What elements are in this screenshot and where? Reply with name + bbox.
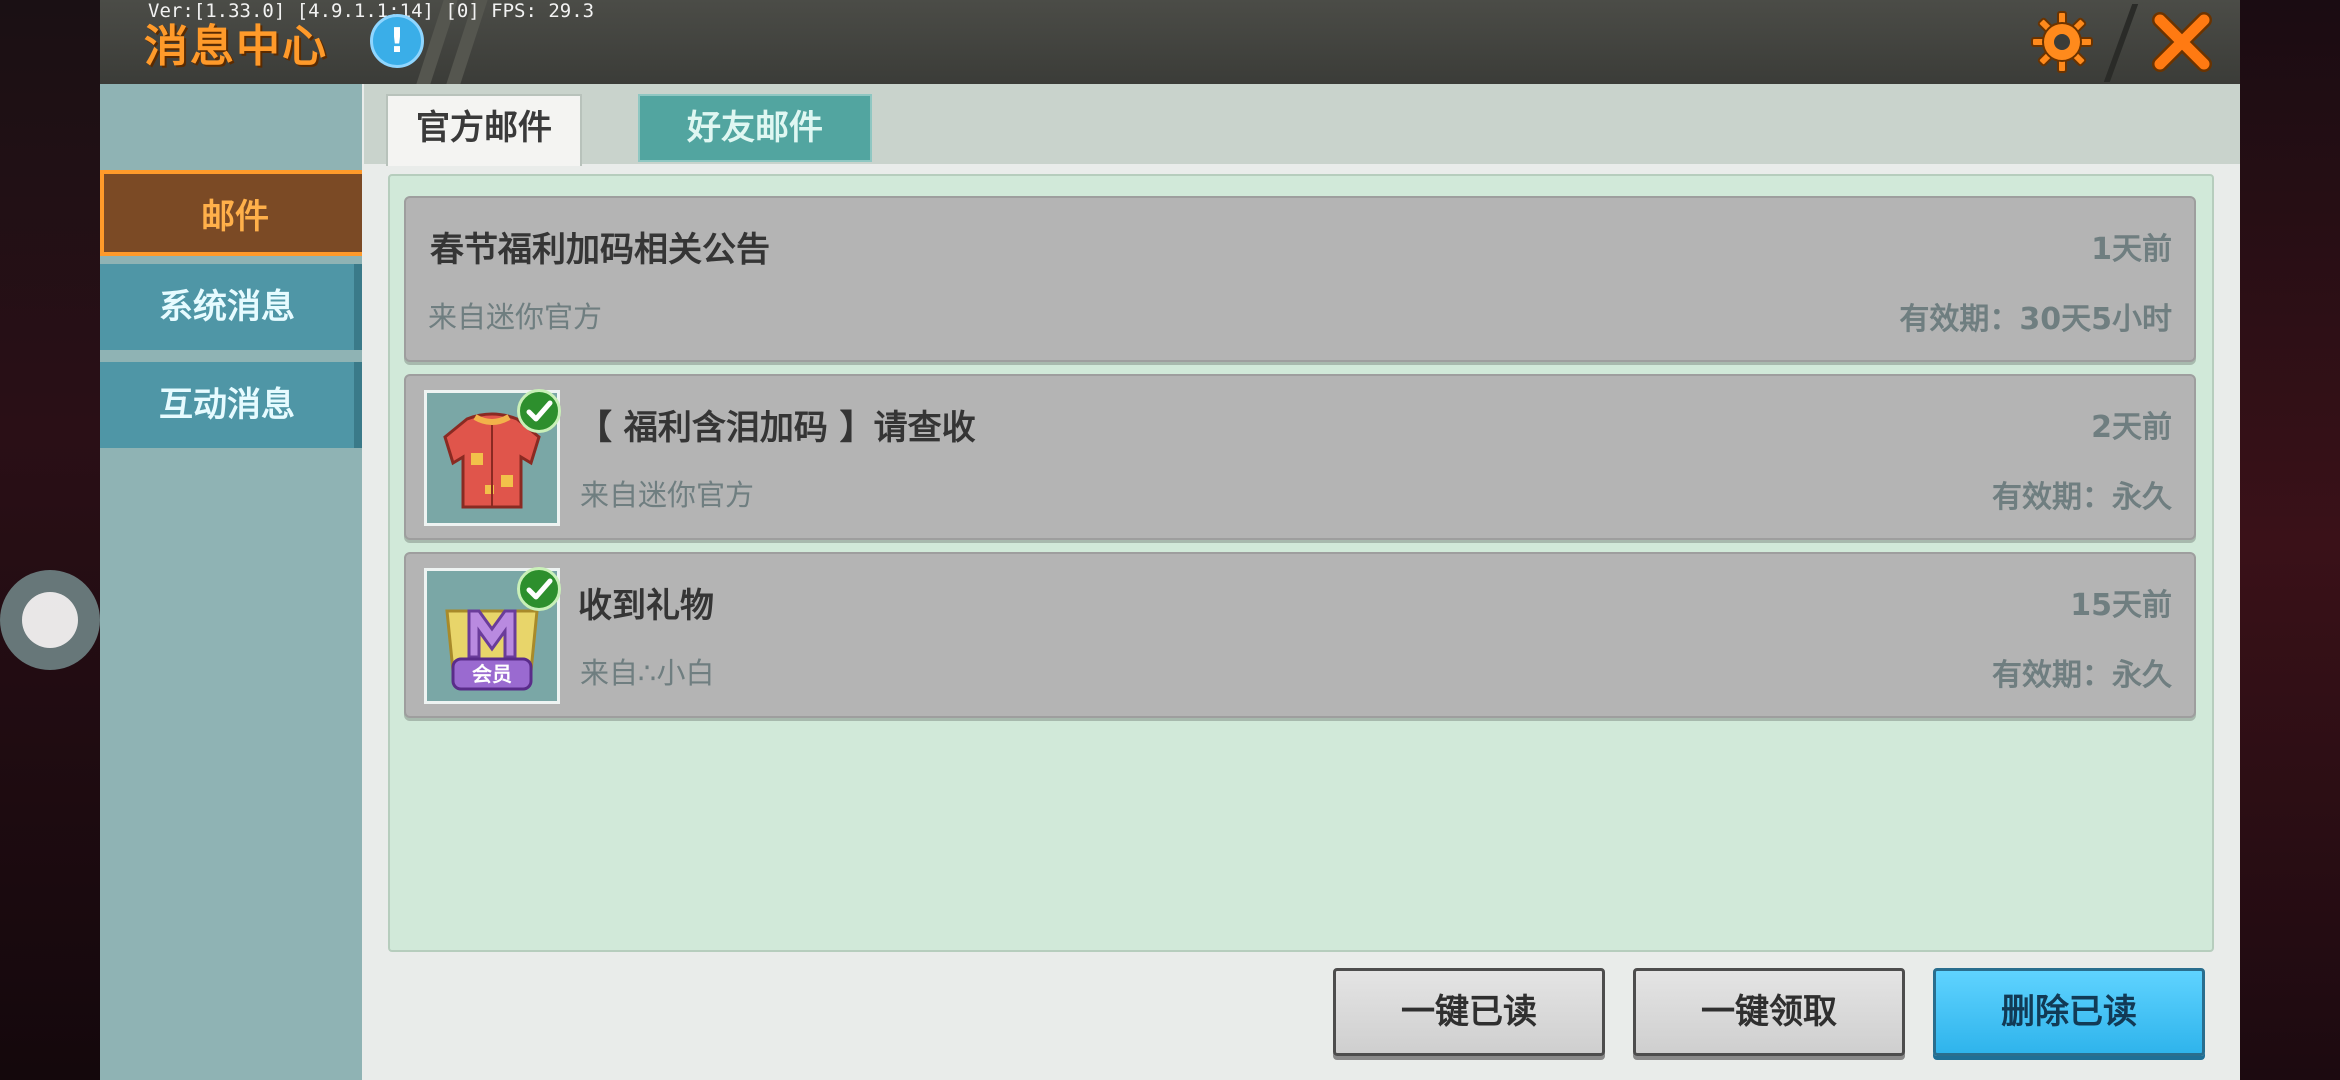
background-right [2240, 0, 2340, 1080]
mail-title: 收到礼物 [578, 586, 714, 626]
title-bar: 消息中心 Ver:[1.33.0] [4.9.1.1:14] [0] FPS: … [100, 0, 2240, 84]
sidebar-item-mail[interactable]: 邮件 [100, 170, 370, 256]
checkmark-icon [517, 389, 561, 433]
mail-time: 2天前 [2091, 410, 2172, 445]
sidebar-item-interaction-messages[interactable]: 互动消息 [100, 362, 362, 448]
mail-item[interactable]: 【 福利含泪加码 】请查收 来自迷你官方 2天前 有效期：永久 [404, 374, 2196, 540]
mail-title: 【 福利含泪加码 】请查收 [578, 408, 976, 448]
message-center-window: 消息中心 Ver:[1.33.0] [4.9.1.1:14] [0] FPS: … [100, 0, 2240, 1080]
titlebar-divider [2103, 4, 2139, 82]
tab-friend-mail[interactable]: 好友邮件 [638, 94, 872, 162]
mail-sender: 来自迷你官方 [428, 300, 603, 334]
attachment-thumbnail [424, 389, 561, 526]
mail-time: 1天前 [2091, 232, 2172, 267]
mail-validity: 有效期：永久 [1992, 658, 2172, 693]
gear-icon[interactable] [2030, 10, 2094, 74]
mail-sender: 来自∴小白 [580, 656, 715, 690]
mail-title: 春节福利加码相关公告 [430, 230, 770, 270]
background-left [0, 0, 100, 1080]
mail-list: 春节福利加码相关公告 来自迷你官方 1天前 有效期：30天5小时 【 福利含泪加… [388, 174, 2214, 952]
attachment-thumbnail: 会员 [424, 567, 561, 704]
floating-joystick-handle[interactable] [0, 570, 100, 670]
sidebar: 邮件 系统消息 互动消息 [100, 84, 370, 1080]
close-icon[interactable] [2150, 10, 2214, 74]
debug-version-text: Ver:[1.33.0] [4.9.1.1:14] [0] FPS: 29.3 [148, 0, 595, 22]
content-area: 官方邮件 好友邮件 春节福利加码相关公告 来自迷你官方 1天前 有效期：30天5… [362, 84, 2240, 1080]
mail-sender: 来自迷你官方 [580, 478, 755, 512]
mail-validity: 有效期：30天5小时 [1899, 302, 2172, 337]
tab-official-mail[interactable]: 官方邮件 [386, 94, 582, 166]
mail-validity: 有效期：永久 [1992, 480, 2172, 515]
sidebar-item-system-messages[interactable]: 系统消息 [100, 264, 362, 350]
mail-time: 15天前 [2070, 588, 2172, 623]
info-icon[interactable]: ! [370, 14, 424, 68]
mail-item[interactable]: 会员 收到礼物 来自∴小白 15天前 有效期：永久 [404, 552, 2196, 718]
checkmark-icon [517, 567, 561, 611]
tab-strip: 官方邮件 好友邮件 [364, 84, 2240, 166]
badge-text: 会员 [472, 662, 512, 686]
claim-all-button[interactable]: 一键领取 [1633, 968, 1905, 1056]
mail-item[interactable]: 春节福利加码相关公告 来自迷你官方 1天前 有效期：30天5小时 [404, 196, 2196, 362]
joystick-knob[interactable] [22, 592, 78, 648]
delete-read-button[interactable]: 删除已读 [1933, 968, 2205, 1056]
mark-all-read-button[interactable]: 一键已读 [1333, 968, 1605, 1056]
